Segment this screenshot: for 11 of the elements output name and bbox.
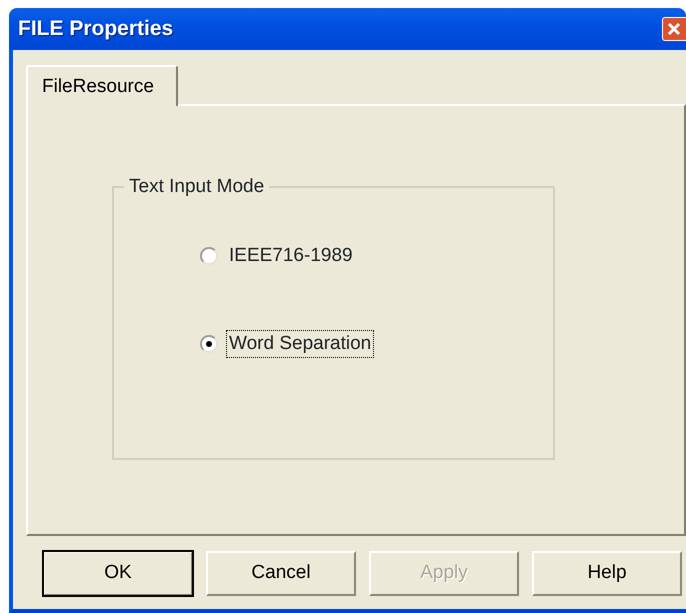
dialog-button[interactable]: Cancel — [206, 551, 356, 596]
dialog-button[interactable]: Help — [532, 551, 682, 596]
close-button[interactable] — [662, 17, 686, 41]
radio-label[interactable]: IEEE716-1989 — [226, 242, 356, 270]
tab[interactable]: FileResource — [26, 65, 178, 106]
radio-button[interactable] — [200, 335, 218, 353]
radio-label[interactable]: Word Separation — [226, 330, 374, 358]
dialog-button[interactable]: OK — [43, 551, 193, 596]
group-title: Text Input Mode — [124, 175, 270, 199]
radio-button[interactable] — [200, 247, 218, 265]
window-title: FILE Properties — [18, 16, 174, 42]
